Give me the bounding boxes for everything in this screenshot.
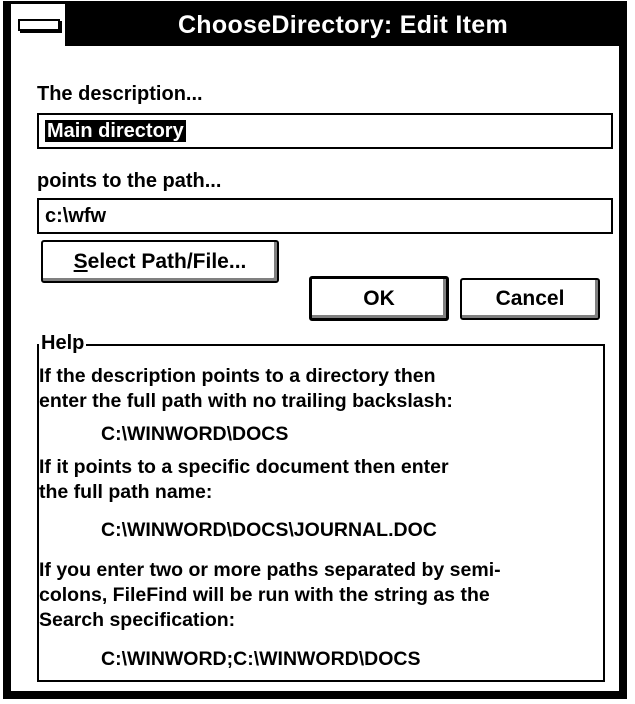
path-label: points to the path... (37, 170, 222, 192)
help-line: the full path name: (39, 481, 213, 503)
help-line: If the description points to a directory… (39, 365, 436, 387)
help-line: enter the full path with no trailing bac… (39, 390, 453, 412)
title-bar[interactable]: ChooseDirectory: Edit Item (11, 4, 619, 46)
help-line: Search specification: (39, 609, 236, 631)
select-button-mnemonic: S (73, 250, 88, 273)
help-example-path: C:\WINWORD\DOCS (101, 423, 289, 445)
help-example-path: C:\WINWORD\DOCS\JOURNAL.DOC (101, 519, 437, 541)
description-input[interactable]: Main directory (37, 113, 613, 149)
select-button-label: elect Path/File... (87, 250, 247, 273)
help-line: If it points to a specific document then… (39, 456, 449, 478)
description-value: Main directory (45, 120, 186, 142)
path-value: c:\wfw (45, 205, 107, 227)
window-title: ChooseDirectory: Edit Item (177, 11, 509, 39)
edit-item-dialog: ChooseDirectory: Edit Item The descripti… (3, 1, 627, 699)
help-group-title: Help (39, 331, 87, 355)
description-label: The description... (37, 83, 203, 105)
cancel-button[interactable]: Cancel (460, 278, 600, 320)
cancel-button-label: Cancel (495, 287, 565, 310)
ok-button-label: OK (363, 287, 395, 310)
ok-button[interactable]: OK (309, 276, 449, 321)
help-line: colons, FileFind will be run with the st… (39, 584, 490, 606)
path-input[interactable]: c:\wfw (37, 198, 613, 234)
help-line: If you enter two or more paths separated… (39, 559, 501, 581)
select-path-file-button[interactable]: Select Path/File... (41, 240, 279, 283)
system-menu-icon (18, 19, 60, 31)
help-example-path: C:\WINWORD;C:\WINWORD\DOCS (101, 648, 421, 670)
system-menu-button[interactable] (11, 4, 67, 46)
